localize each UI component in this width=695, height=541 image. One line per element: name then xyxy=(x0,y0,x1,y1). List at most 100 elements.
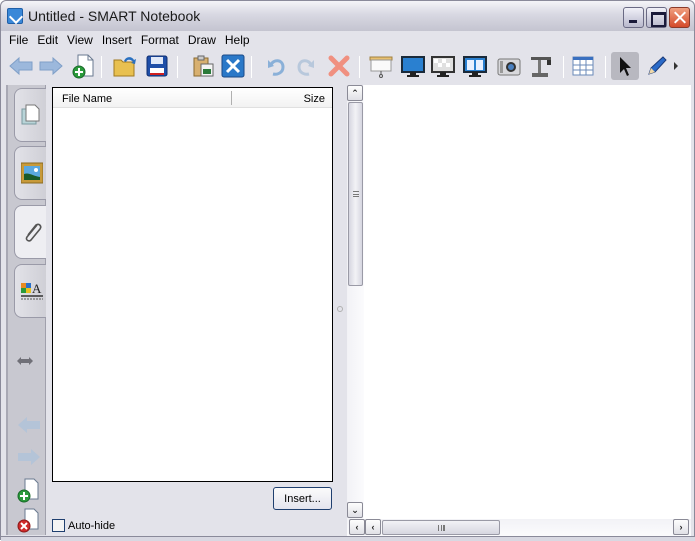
toolbar-separator xyxy=(101,56,102,78)
table-icon xyxy=(572,56,594,76)
toolbar-separator xyxy=(177,56,178,78)
add-page-side-button[interactable] xyxy=(16,477,42,503)
attachments-list[interactable]: File Name Size xyxy=(52,87,333,482)
document-camera-icon xyxy=(531,57,551,77)
scroll-first-button[interactable]: ‹ xyxy=(349,519,365,535)
monitor-dual-page-icon xyxy=(463,56,487,77)
attachments-panel: File Name Size Insert... Auto-hide xyxy=(47,85,339,535)
window-border xyxy=(1,536,695,541)
undo-icon xyxy=(268,59,285,76)
delete-button[interactable] xyxy=(325,52,353,80)
screen-shade-icon xyxy=(369,56,393,78)
add-page-button[interactable] xyxy=(69,52,97,80)
menu-format[interactable]: Format xyxy=(137,32,183,50)
paperclip-icon xyxy=(25,223,42,242)
horizontal-scroll-thumb[interactable] xyxy=(382,520,500,535)
arrow-right-icon xyxy=(39,56,63,76)
screen-capture-button[interactable] xyxy=(495,52,523,80)
auto-hide-checkbox[interactable] xyxy=(52,519,65,532)
transparent-background-button[interactable] xyxy=(429,52,457,80)
undo-button[interactable] xyxy=(261,52,289,80)
table-button[interactable] xyxy=(569,52,597,80)
scroll-down-button[interactable]: ⌄ xyxy=(347,502,363,518)
delete-icon xyxy=(328,55,350,77)
forward-button[interactable] xyxy=(37,52,65,80)
full-screen-button[interactable] xyxy=(219,52,247,80)
open-button[interactable] xyxy=(111,52,139,80)
vertical-scrollbar[interactable]: ⌃ ⌄ xyxy=(347,85,364,519)
page-sorter-icon xyxy=(21,104,40,125)
screen-shade-button[interactable] xyxy=(367,52,395,80)
window-title: Untitled - SMART Notebook xyxy=(28,8,201,24)
minimize-button[interactable] xyxy=(623,7,644,28)
column-size[interactable]: Size xyxy=(304,93,325,105)
column-file-name[interactable]: File Name xyxy=(62,93,112,105)
back-button[interactable] xyxy=(7,52,35,80)
tab-attachments[interactable] xyxy=(14,205,46,259)
grip-icon xyxy=(353,191,359,197)
close-button[interactable] xyxy=(669,7,690,28)
pen-icon xyxy=(648,56,667,75)
open-folder-icon xyxy=(113,57,136,77)
previous-page-button[interactable] xyxy=(16,415,42,435)
next-page-button[interactable] xyxy=(16,447,42,467)
grip-icon xyxy=(438,525,445,531)
tab-page-sorter[interactable] xyxy=(14,88,46,142)
menu-insert[interactable]: Insert xyxy=(98,32,136,50)
page-canvas[interactable] xyxy=(364,85,691,519)
redo-button[interactable] xyxy=(293,52,321,80)
column-divider[interactable] xyxy=(231,91,232,105)
auto-hide-option[interactable]: Auto-hide xyxy=(52,519,115,532)
document-camera-button[interactable] xyxy=(527,52,555,80)
scroll-up-button[interactable]: ⌃ xyxy=(347,85,363,101)
toolbar xyxy=(5,50,691,82)
full-screen-icon xyxy=(221,54,245,78)
menu-edit[interactable]: Edit xyxy=(33,32,62,50)
more-tools-button[interactable] xyxy=(669,52,683,80)
delete-page-side-button[interactable] xyxy=(16,507,42,533)
vertical-scroll-thumb[interactable] xyxy=(348,102,363,286)
menu-help[interactable]: Help xyxy=(221,32,254,50)
menu-view[interactable]: View xyxy=(63,32,97,50)
arrow-left-icon xyxy=(9,56,33,76)
auto-hide-label: Auto-hide xyxy=(68,519,116,532)
sidebar-tabs: A xyxy=(6,85,46,535)
panel-splitter[interactable] xyxy=(337,85,347,535)
save-icon xyxy=(146,55,168,77)
paste-icon xyxy=(193,55,214,77)
maximize-button[interactable] xyxy=(646,7,667,28)
menu-file[interactable]: File xyxy=(5,32,32,50)
chevron-right-icon xyxy=(674,62,678,70)
tab-properties[interactable]: A xyxy=(14,264,46,318)
list-header: File Name Size xyxy=(53,88,332,108)
insert-button[interactable]: Insert... xyxy=(273,487,332,510)
scroll-left-button[interactable]: ‹ xyxy=(365,519,381,535)
title-bar[interactable]: Untitled - SMART Notebook xyxy=(1,1,694,31)
move-sidebar-icon[interactable] xyxy=(16,355,34,367)
tab-gallery[interactable] xyxy=(14,146,46,200)
paste-button[interactable] xyxy=(189,52,217,80)
monitor-fullscreen-icon xyxy=(401,56,425,77)
pointer-icon xyxy=(620,57,631,76)
full-screen-display-button[interactable] xyxy=(399,52,427,80)
svg-text:A: A xyxy=(32,281,42,296)
properties-icon: A xyxy=(21,281,43,300)
camera-icon xyxy=(497,58,521,76)
gallery-icon xyxy=(21,162,43,184)
app-window: Untitled - SMART Notebook File Edit View… xyxy=(0,0,695,541)
pen-button[interactable] xyxy=(643,52,671,80)
toolbar-separator xyxy=(359,56,360,78)
toolbar-separator xyxy=(605,56,606,78)
add-page-icon xyxy=(72,54,94,79)
toolbar-separator xyxy=(563,56,564,78)
menu-bar: File Edit View Insert Format Draw Help xyxy=(5,32,255,50)
redo-icon xyxy=(297,59,314,76)
dual-page-button[interactable] xyxy=(461,52,489,80)
select-button[interactable] xyxy=(611,52,639,80)
toolbar-separator xyxy=(251,56,252,78)
scroll-right-button[interactable]: › xyxy=(673,519,689,535)
save-button[interactable] xyxy=(143,52,171,80)
menu-draw[interactable]: Draw xyxy=(184,32,220,50)
horizontal-scrollbar[interactable]: ‹ ‹ › xyxy=(347,519,691,536)
app-icon xyxy=(7,8,23,24)
